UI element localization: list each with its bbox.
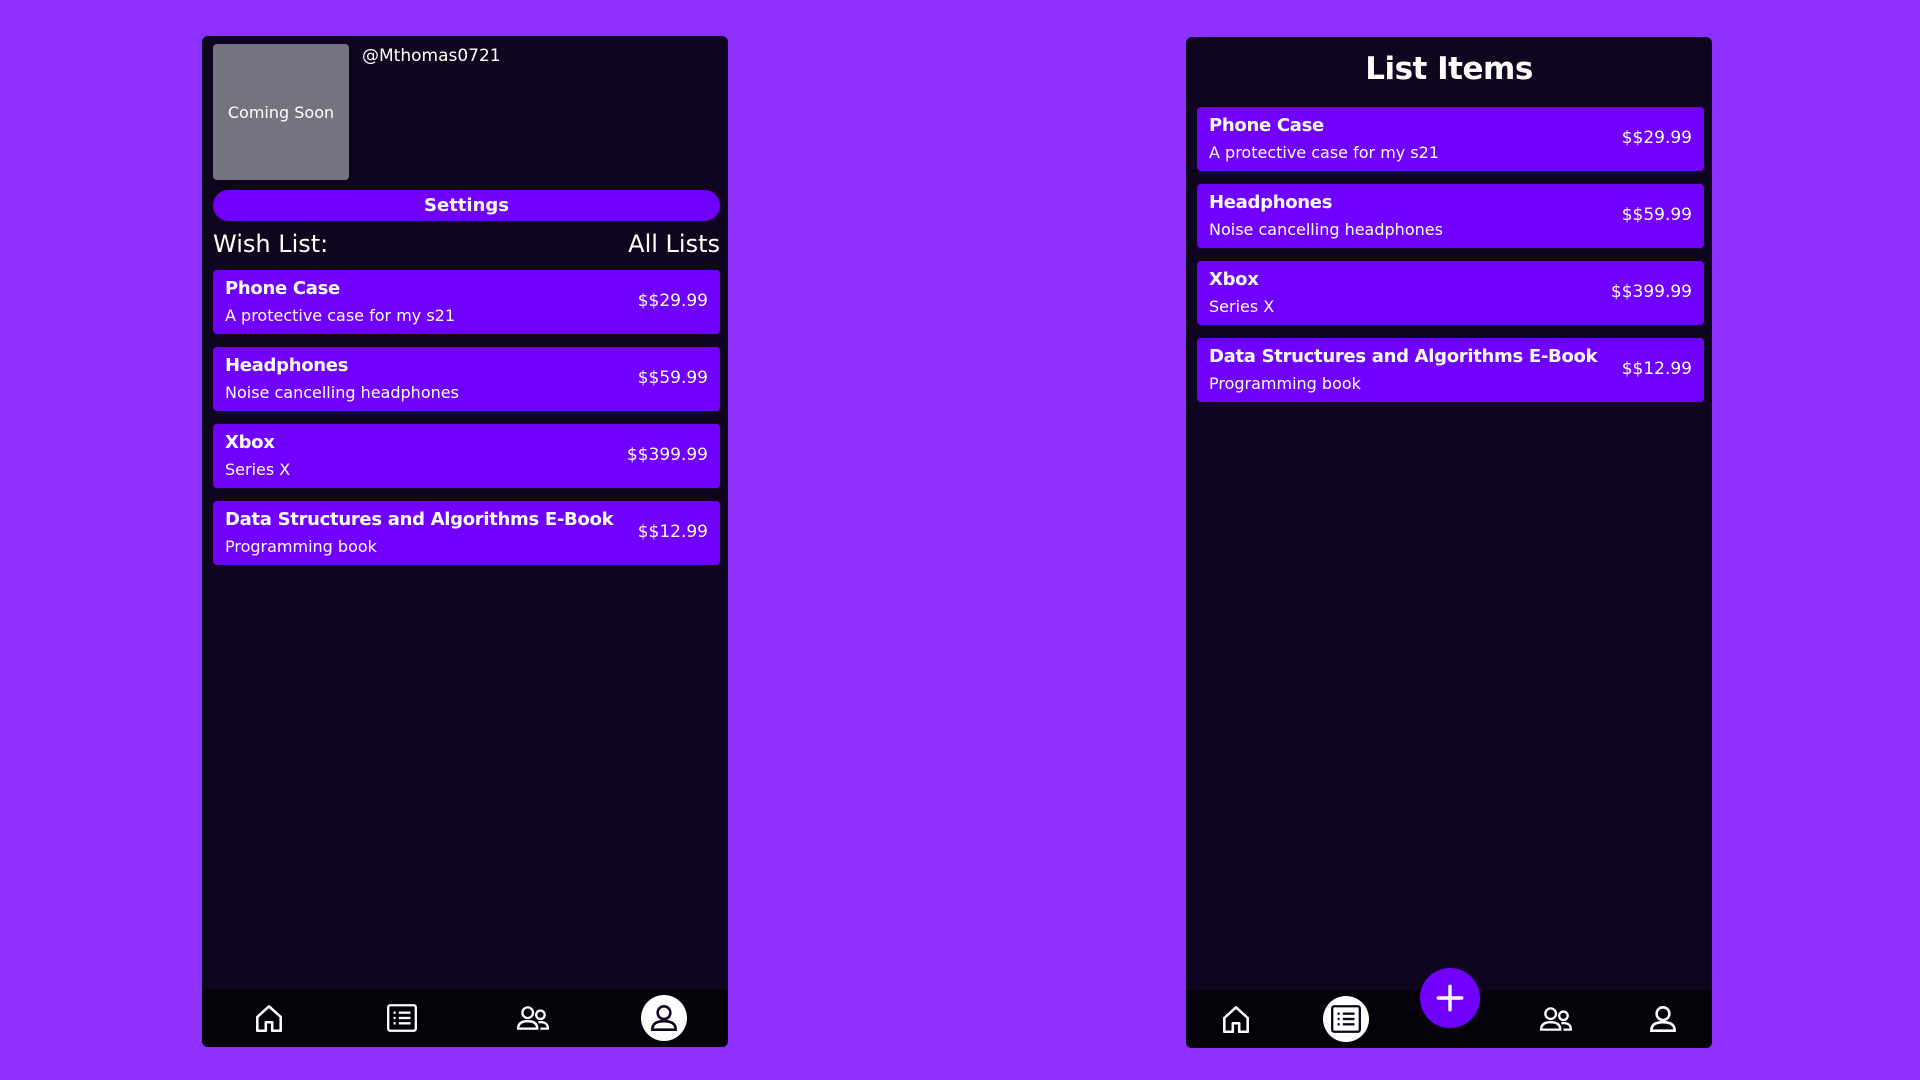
wish-list-header: Wish List: All Lists xyxy=(213,230,720,258)
item-name: Headphones xyxy=(225,355,349,376)
list-item[interactable]: Headphones Noise cancelling headphones $… xyxy=(213,347,720,411)
item-description: A protective case for my s21 xyxy=(225,306,456,325)
item-price: $$59.99 xyxy=(637,368,708,388)
item-name: Headphones xyxy=(1209,192,1333,213)
list-item[interactable]: Phone Case A protective case for my s21 … xyxy=(1197,107,1704,171)
home-icon xyxy=(1223,1006,1249,1034)
list-item[interactable]: Data Structures and Algorithms E-Book Pr… xyxy=(1197,338,1704,402)
item-price: $$12.99 xyxy=(637,522,708,542)
nav-friends-button[interactable] xyxy=(1533,996,1579,1042)
item-name: Data Structures and Algorithms E-Book xyxy=(1209,346,1598,367)
item-name: Data Structures and Algorithms E-Book xyxy=(225,509,614,530)
item-description: Noise cancelling headphones xyxy=(1209,220,1443,239)
item-price: $$29.99 xyxy=(1621,128,1692,148)
settings-button[interactable]: Settings xyxy=(213,190,720,221)
username: @Mthomas0721 xyxy=(362,46,501,66)
item-description: Series X xyxy=(1209,297,1275,316)
item-name: Xbox xyxy=(1209,269,1259,290)
item-description: Noise cancelling headphones xyxy=(225,383,459,402)
page-title: List Items xyxy=(1365,51,1533,87)
list-icon xyxy=(1331,1005,1361,1033)
avatar-placeholder[interactable]: Coming Soon xyxy=(213,44,349,180)
nav-home-button[interactable] xyxy=(246,995,292,1041)
wish-list-label: Wish List: xyxy=(213,230,329,258)
home-icon xyxy=(256,1005,282,1033)
item-description: A protective case for my s21 xyxy=(1209,143,1440,162)
avatar-text: Coming Soon xyxy=(227,102,335,122)
profile-screen: Coming Soon @Mthomas0721 Settings Wish L… xyxy=(202,36,728,1047)
item-description: Programming book xyxy=(1209,374,1361,393)
list-item[interactable]: Headphones Noise cancelling headphones $… xyxy=(1197,184,1704,248)
item-price: $$29.99 xyxy=(637,291,708,311)
friends-icon xyxy=(1539,1007,1573,1031)
wish-list-items: Phone Case A protective case for my s21 … xyxy=(213,270,720,578)
bottom-navbar xyxy=(202,989,728,1047)
item-description: Series X xyxy=(225,460,291,479)
nav-profile-button[interactable] xyxy=(641,995,687,1041)
item-name: Xbox xyxy=(225,432,275,453)
item-price: $$399.99 xyxy=(1610,282,1692,302)
nav-lists-button[interactable] xyxy=(379,995,425,1041)
nav-home-button[interactable] xyxy=(1213,996,1259,1042)
add-item-button[interactable] xyxy=(1420,968,1480,1028)
list-item[interactable]: Xbox Series X $$399.99 xyxy=(1197,261,1704,325)
nav-friends-button[interactable] xyxy=(510,995,556,1041)
item-description: Programming book xyxy=(225,537,377,556)
profile-icon xyxy=(1650,1006,1676,1032)
item-price: $$59.99 xyxy=(1621,205,1692,225)
nav-lists-button[interactable] xyxy=(1323,996,1369,1042)
item-name: Phone Case xyxy=(1209,115,1324,136)
all-lists-link[interactable]: All Lists xyxy=(628,230,720,258)
friends-icon xyxy=(516,1006,550,1030)
add-icon xyxy=(1436,984,1464,1012)
list-item[interactable]: Phone Case A protective case for my s21 … xyxy=(213,270,720,334)
item-price: $$12.99 xyxy=(1621,359,1692,379)
list-item[interactable]: Data Structures and Algorithms E-Book Pr… xyxy=(213,501,720,565)
profile-icon xyxy=(651,1005,677,1031)
item-name: Phone Case xyxy=(225,278,340,299)
item-price: $$399.99 xyxy=(626,445,708,465)
list-items-screen: List Items Phone Case A protective case … xyxy=(1186,37,1712,1048)
nav-profile-button[interactable] xyxy=(1640,996,1686,1042)
list-item[interactable]: Xbox Series X $$399.99 xyxy=(213,424,720,488)
list-icon xyxy=(387,1004,417,1032)
list-items: Phone Case A protective case for my s21 … xyxy=(1197,107,1704,415)
